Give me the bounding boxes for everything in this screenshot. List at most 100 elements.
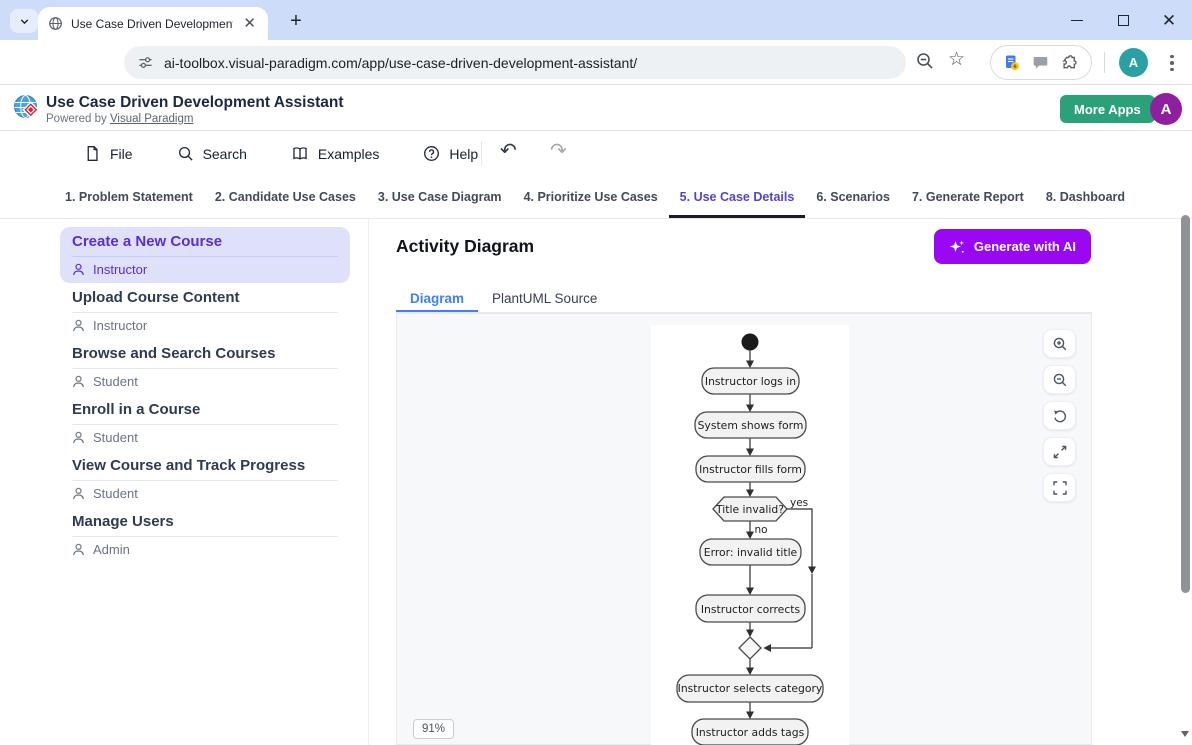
globe-favicon-icon <box>48 16 63 31</box>
expand-button[interactable] <box>1043 437 1076 466</box>
minimize-icon <box>1071 20 1083 21</box>
chat-extension-icon[interactable] <box>1032 54 1049 71</box>
person-icon <box>72 319 85 332</box>
app-user-avatar[interactable]: A <box>1150 93 1182 125</box>
window-close-button[interactable]: ✕ <box>1146 0 1192 40</box>
step-use-case-diagram[interactable]: 3. Use Case Diagram <box>367 176 513 218</box>
wizard-steps: 1. Problem Statement 2. Candidate Use Ca… <box>0 176 1192 219</box>
expand-icon <box>1052 444 1068 460</box>
step-scenarios[interactable]: 6. Scenarios <box>805 176 901 218</box>
browser-profile-avatar[interactable]: A <box>1119 48 1148 77</box>
browser-titlebar: Use Case Driven Development As ✕ + ✕ <box>0 0 1192 40</box>
fullscreen-button[interactable] <box>1043 473 1076 502</box>
svg-text:System shows form: System shows form <box>698 419 804 432</box>
svg-text:Instructor corrects: Instructor corrects <box>701 603 801 616</box>
step-use-case-details[interactable]: 5. Use Case Details <box>669 176 806 218</box>
url-bar[interactable]: ai-toolbox.visual-paradigm.com/app/use-c… <box>124 46 906 79</box>
close-icon: ✕ <box>1162 12 1176 29</box>
page-scrollbar-thumb[interactable] <box>1181 215 1190 593</box>
maximize-icon <box>1118 15 1129 26</box>
step-generate-report[interactable]: 7. Generate Report <box>901 176 1035 218</box>
reset-view-button[interactable] <box>1043 401 1076 430</box>
person-icon <box>72 543 85 556</box>
use-case-item-create-course[interactable]: Create a New Course Instructor <box>60 227 350 283</box>
activity-node-labels: Instructor logs in System shows form Ins… <box>678 375 823 739</box>
visual-paradigm-link[interactable]: Visual Paradigm <box>110 113 194 125</box>
zoom-in-icon <box>1052 336 1068 352</box>
diagram-zoom-controls <box>1043 329 1076 502</box>
bookmark-star-icon[interactable]: ☆ <box>948 48 965 71</box>
fullscreen-icon <box>1052 480 1068 496</box>
no-branch-label: no <box>755 524 768 536</box>
yes-branch-label: yes <box>790 497 808 509</box>
page-title: Activity Diagram <box>396 236 534 257</box>
divider <box>368 219 369 745</box>
file-icon <box>84 145 101 162</box>
app-title: Use Case Driven Development Assistant <box>46 94 343 112</box>
activity-diagram: Instructor logs in System shows form Ins… <box>651 325 849 745</box>
diagram-canvas[interactable]: Instructor logs in System shows form Ins… <box>651 325 849 745</box>
zoom-out-icon <box>1052 372 1068 388</box>
browser-tab[interactable]: Use Case Driven Development As ✕ <box>38 7 268 40</box>
window-minimize-button[interactable] <box>1054 0 1100 40</box>
extensions-pill <box>990 45 1092 80</box>
scrollbar-down-arrow[interactable] <box>1181 731 1189 737</box>
use-case-list: Create a New Course Instructor Upload Co… <box>60 227 350 563</box>
svg-text:Instructor selects category: Instructor selects category <box>678 682 823 695</box>
redo-button[interactable]: ↷ <box>550 138 567 163</box>
sparkle-icon <box>949 239 965 255</box>
puzzle-extensions-icon[interactable] <box>1061 54 1079 72</box>
reset-rotate-icon <box>1052 408 1068 424</box>
tab-diagram[interactable]: Diagram <box>396 285 478 312</box>
docs-extension-icon[interactable] <box>1003 54 1020 71</box>
person-icon <box>72 263 85 276</box>
book-icon <box>291 145 309 162</box>
main-content: Activity Diagram Generate with AI Diagra… <box>396 219 1092 745</box>
generate-with-ai-button[interactable]: Generate with AI <box>934 229 1091 264</box>
svg-text:Instructor logs in: Instructor logs in <box>705 375 796 388</box>
chevron-down-icon <box>18 15 31 28</box>
step-problem-statement[interactable]: 1. Problem Statement <box>54 176 204 218</box>
window-maximize-button[interactable] <box>1100 0 1146 40</box>
person-icon <box>72 375 85 388</box>
menu-file[interactable]: File <box>84 145 133 162</box>
more-apps-button[interactable]: More Apps <box>1060 95 1155 123</box>
svg-text:Instructor fills form: Instructor fills form <box>699 463 802 476</box>
use-case-item-enroll[interactable]: Enroll in a Course Student <box>60 395 350 451</box>
powered-by: Powered by Visual Paradigm <box>46 113 193 125</box>
menu-examples[interactable]: Examples <box>291 145 379 162</box>
undo-button[interactable]: ↶ <box>500 138 517 163</box>
use-case-item-manage-users[interactable]: Manage Users Admin <box>60 507 350 563</box>
step-dashboard[interactable]: 8. Dashboard <box>1035 176 1136 218</box>
divider <box>1104 52 1105 73</box>
help-icon <box>423 145 440 162</box>
step-candidate-use-cases[interactable]: 2. Candidate Use Cases <box>204 176 367 218</box>
tab-search-button[interactable] <box>10 9 38 33</box>
menu-help[interactable]: Help <box>423 145 478 162</box>
person-icon <box>72 431 85 444</box>
use-case-item-view-track[interactable]: View Course and Track Progress Student <box>60 451 350 507</box>
svg-text:Error: invalid title: Error: invalid title <box>704 546 798 559</box>
use-case-item-browse-search[interactable]: Browse and Search Courses Student <box>60 339 350 395</box>
svg-text:Instructor adds tags: Instructor adds tags <box>696 726 805 739</box>
app-menubar: File Search Examples Help ↶ ↷ <box>0 131 1192 176</box>
search-icon <box>177 145 194 162</box>
start-node <box>742 334 759 351</box>
person-icon <box>72 487 85 500</box>
step-prioritize-use-cases[interactable]: 4. Prioritize Use Cases <box>513 176 669 218</box>
browser-menu-kebab-icon[interactable] <box>1161 50 1183 76</box>
menu-search[interactable]: Search <box>177 145 247 162</box>
zoom-level-badge: 91% <box>413 719 454 739</box>
zoom-in-button[interactable] <box>1043 329 1076 358</box>
tab-close-icon[interactable]: ✕ <box>241 16 258 31</box>
zoom-indicator-icon[interactable] <box>915 51 935 71</box>
url-text: ai-toolbox.visual-paradigm.com/app/use-c… <box>164 55 637 71</box>
visual-paradigm-logo <box>12 93 42 123</box>
divider <box>481 141 482 166</box>
tab-plantuml-source[interactable]: PlantUML Source <box>478 285 611 312</box>
new-tab-button[interactable]: + <box>283 8 309 34</box>
use-case-item-upload-content[interactable]: Upload Course Content Instructor <box>60 283 350 339</box>
zoom-out-button[interactable] <box>1043 365 1076 394</box>
diagram-tabs: Diagram PlantUML Source <box>396 285 1092 313</box>
tab-title: Use Case Driven Development As <box>71 17 233 31</box>
